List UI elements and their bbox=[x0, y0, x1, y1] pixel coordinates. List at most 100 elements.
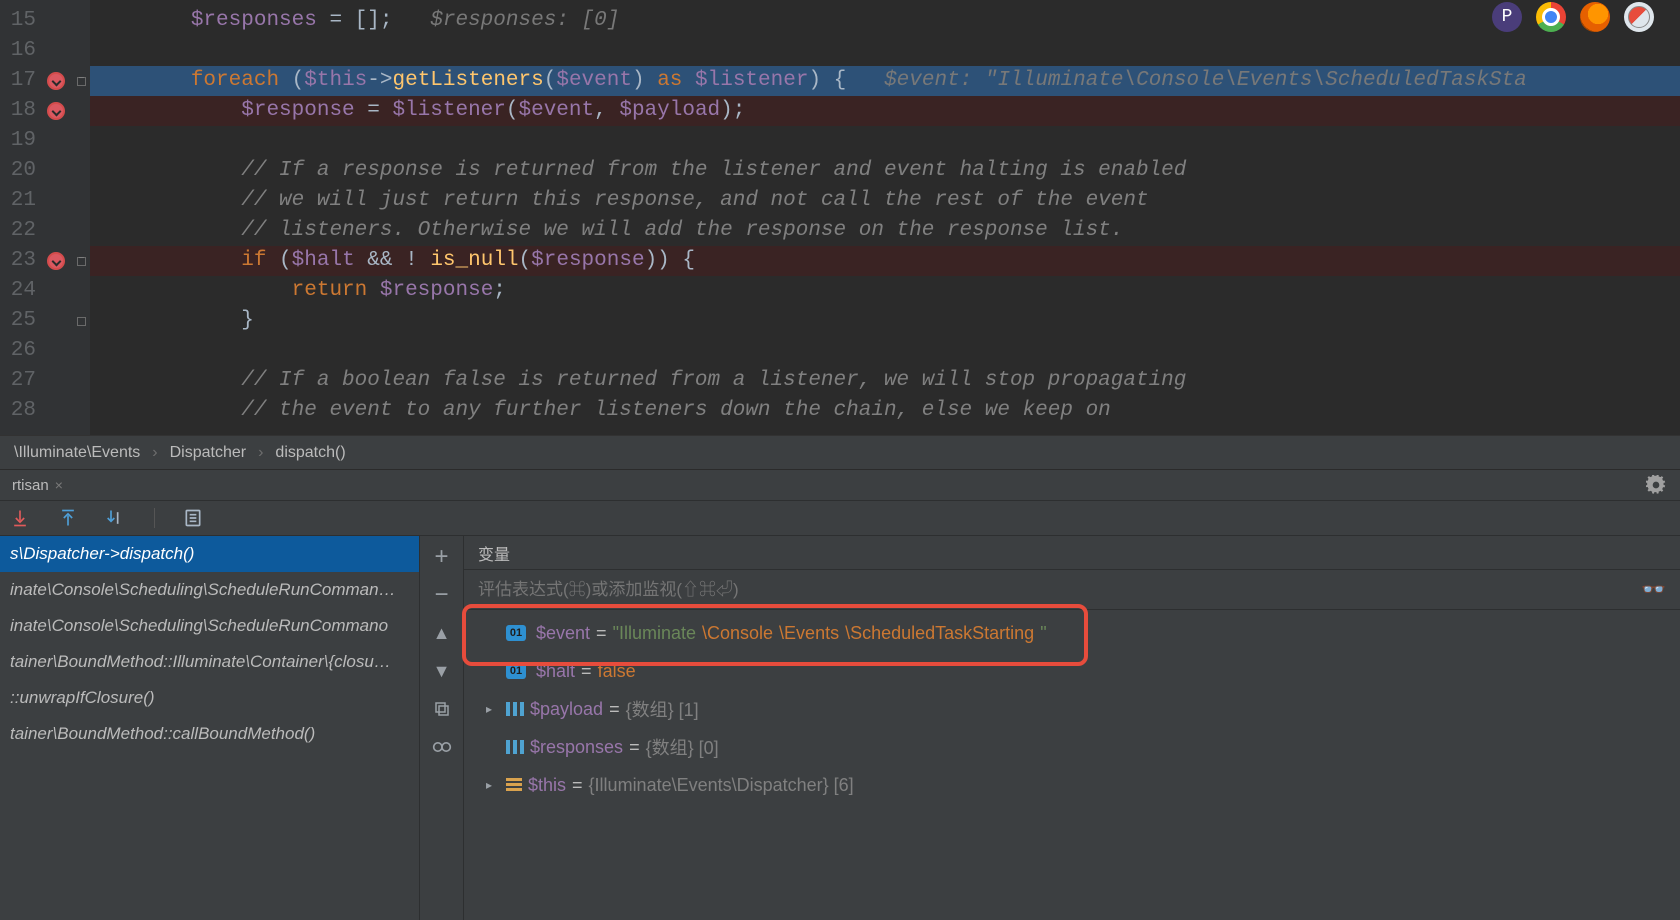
chevron-right-icon: › bbox=[258, 444, 263, 462]
stack-frame[interactable]: s\Dispatcher->dispatch() bbox=[0, 536, 419, 572]
toolbar-separator bbox=[154, 508, 155, 528]
debug-toolbar bbox=[0, 500, 1680, 536]
code-line[interactable] bbox=[90, 36, 1680, 66]
copy-icon[interactable] bbox=[420, 698, 463, 720]
breadcrumb-namespace[interactable]: \Illuminate\Events bbox=[14, 444, 140, 462]
macos-app-icons: P bbox=[1492, 2, 1654, 32]
breadcrumb-class[interactable]: Dispatcher bbox=[170, 444, 246, 462]
var-responses-row[interactable]: $responses = {数组} [0] bbox=[476, 728, 1668, 766]
code-line[interactable]: foreach ($this->getListeners($event) as … bbox=[90, 66, 1680, 96]
close-icon[interactable]: × bbox=[55, 477, 63, 493]
stack-frame[interactable]: inate\Console\Scheduling\ScheduleRunComm… bbox=[0, 572, 419, 608]
var-value: {数组} [0] bbox=[646, 734, 719, 760]
var-name: $halt bbox=[536, 661, 575, 682]
plus-icon[interactable]: + bbox=[420, 546, 463, 568]
breakpoint-gutter[interactable] bbox=[40, 0, 72, 435]
variables-toolbar: + − ▲ ▼ bbox=[420, 536, 464, 920]
var-this-row[interactable]: ▸ $this = {Illuminate\Events\Dispatcher}… bbox=[476, 766, 1668, 804]
equals: = bbox=[572, 775, 583, 796]
code-line[interactable] bbox=[90, 336, 1680, 366]
var-name: $this bbox=[528, 775, 566, 796]
code-line[interactable]: // listeners. Otherwise we will add the … bbox=[90, 216, 1680, 246]
var-value: {Illuminate\Events\Dispatcher} [6] bbox=[589, 775, 854, 796]
tab-label: rtisan bbox=[12, 477, 49, 494]
arrow-down-icon[interactable]: ▼ bbox=[420, 660, 463, 682]
glasses-icon[interactable]: 👓 bbox=[1641, 577, 1666, 602]
code-line[interactable]: // If a response is returned from the li… bbox=[90, 156, 1680, 186]
equals: = bbox=[629, 737, 640, 758]
var-name: $responses bbox=[530, 737, 623, 758]
bool-type-icon: 01 bbox=[506, 663, 526, 679]
code-line[interactable]: if ($halt && ! is_null($response)) { bbox=[90, 246, 1680, 276]
var-halt-row[interactable]: 01 $halt = false bbox=[476, 652, 1668, 690]
fold-toggle-icon[interactable] bbox=[77, 257, 86, 266]
escape-seq: \ScheduledTaskStarting bbox=[845, 623, 1034, 644]
stack-frame[interactable]: ::unwrapIfClosure() bbox=[0, 680, 419, 716]
step-out-icon[interactable] bbox=[58, 508, 78, 528]
chevron-right-icon[interactable]: ▸ bbox=[486, 778, 500, 792]
chevron-right-icon[interactable]: ▸ bbox=[486, 702, 500, 716]
variables-panel: + − ▲ ▼ 变量 👓 bbox=[420, 536, 1680, 920]
debug-panels: s\Dispatcher->dispatch()inate\Console\Sc… bbox=[0, 536, 1680, 920]
code-line[interactable]: // If a boolean false is returned from a… bbox=[90, 366, 1680, 396]
var-payload-row[interactable]: ▸ $payload = {数组} [1] bbox=[476, 690, 1668, 728]
equals: = bbox=[609, 699, 620, 720]
var-value-part: " bbox=[1040, 623, 1046, 644]
escape-seq: \Console bbox=[702, 623, 773, 644]
fold-gutter[interactable] bbox=[72, 0, 90, 435]
var-value-part: "Illuminate bbox=[613, 623, 696, 644]
watch-icon[interactable] bbox=[420, 736, 463, 758]
debug-panel: rtisan × s\Dispatcher->dispatch()inate\C… bbox=[0, 469, 1680, 920]
variables-content: 变量 👓 01 $event = "Illuminate\ bbox=[464, 536, 1680, 920]
chevron-right-icon: › bbox=[152, 444, 157, 462]
arrow-up-icon[interactable]: ▲ bbox=[420, 622, 463, 644]
variables-list[interactable]: 01 $event = "Illuminate \Console \Events \S… bbox=[464, 610, 1680, 920]
minus-icon[interactable]: − bbox=[420, 584, 463, 606]
evaluate-expression-row[interactable]: 👓 bbox=[464, 570, 1680, 610]
code-line[interactable] bbox=[90, 126, 1680, 156]
breadcrumb-method[interactable]: dispatch() bbox=[275, 444, 345, 462]
stack-frame[interactable]: inate\Console\Scheduling\ScheduleRunComm… bbox=[0, 608, 419, 644]
breadcrumb[interactable]: \Illuminate\Events › Dispatcher › dispat… bbox=[0, 435, 1680, 469]
var-name: $payload bbox=[530, 699, 603, 720]
breakpoint-icon[interactable] bbox=[47, 72, 65, 90]
ide-window: 1516171819202122232425262728 $responses … bbox=[0, 0, 1680, 920]
code-line[interactable]: $responses = []; $responses: [0] bbox=[90, 6, 1680, 36]
calculator-icon[interactable] bbox=[183, 508, 203, 528]
fold-toggle-icon[interactable] bbox=[77, 77, 86, 86]
gear-icon[interactable] bbox=[1646, 475, 1666, 495]
code-editor[interactable]: $responses = []; $responses: [0] foreach… bbox=[90, 0, 1680, 435]
stack-frame[interactable]: tainer\BoundMethod::Illuminate\Container… bbox=[0, 644, 419, 680]
var-value: false bbox=[598, 661, 636, 682]
code-line[interactable]: $response = $listener($event, $payload); bbox=[90, 96, 1680, 126]
variables-title: 变量 bbox=[478, 541, 510, 565]
variables-header: 变量 bbox=[464, 536, 1680, 570]
breakpoint-icon[interactable] bbox=[47, 102, 65, 120]
code-line[interactable]: return $response; bbox=[90, 276, 1680, 306]
object-type-icon bbox=[506, 778, 522, 792]
array-type-icon bbox=[506, 740, 524, 754]
phpstorm-icon[interactable]: P bbox=[1492, 2, 1522, 32]
run-to-cursor-icon[interactable] bbox=[106, 508, 126, 528]
code-line[interactable]: // we will just return this response, an… bbox=[90, 186, 1680, 216]
var-name: $event bbox=[536, 623, 590, 644]
breakpoint-icon[interactable] bbox=[47, 252, 65, 270]
code-line[interactable]: // the event to any further listeners do… bbox=[90, 396, 1680, 426]
array-type-icon bbox=[506, 702, 524, 716]
firefox-icon[interactable] bbox=[1580, 2, 1610, 32]
evaluate-input[interactable] bbox=[478, 580, 1631, 600]
stack-frame[interactable]: tainer\BoundMethod::callBoundMethod() bbox=[0, 716, 419, 752]
escape-seq: \Events bbox=[779, 623, 839, 644]
debug-tab-artisan[interactable]: rtisan × bbox=[8, 474, 67, 497]
equals: = bbox=[581, 661, 592, 682]
fold-end-icon bbox=[77, 317, 86, 326]
frames-panel[interactable]: s\Dispatcher->dispatch()inate\Console\Sc… bbox=[0, 536, 420, 920]
code-line[interactable]: } bbox=[90, 306, 1680, 336]
debug-tabs: rtisan × bbox=[0, 470, 1680, 500]
chrome-icon[interactable] bbox=[1536, 2, 1566, 32]
var-event-row[interactable]: 01 $event = "Illuminate\Console\Events\S… bbox=[476, 614, 1668, 652]
var-value: {数组} [1] bbox=[626, 696, 699, 722]
safari-icon[interactable] bbox=[1624, 2, 1654, 32]
step-into-icon[interactable] bbox=[10, 508, 30, 528]
equals: = bbox=[596, 623, 607, 644]
